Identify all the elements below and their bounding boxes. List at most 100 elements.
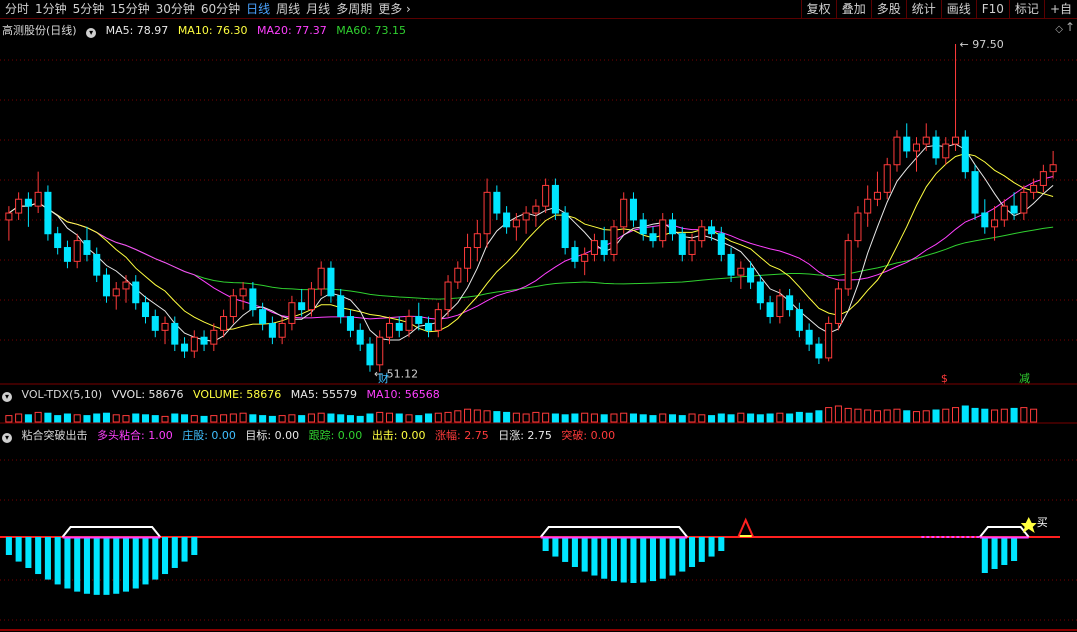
candle-body	[132, 281, 140, 304]
volume-bar	[629, 413, 637, 423]
volume-bar	[83, 415, 91, 423]
toolbar-button[interactable]: F10	[975, 0, 1009, 18]
ind-g: 日涨: 2.75	[498, 429, 552, 442]
volume-bar	[698, 414, 706, 423]
candle-body	[73, 240, 81, 262]
volume-bar	[942, 408, 950, 423]
volume-bar	[600, 414, 608, 423]
ind-name: 粘合突破出击	[21, 429, 88, 442]
candle-body	[220, 316, 228, 331]
candle-body	[434, 309, 442, 331]
volume-bar	[307, 413, 315, 423]
period-tab[interactable]: 分时	[2, 1, 32, 18]
high-price-label: ← 97.50	[960, 38, 1004, 51]
candle-body	[991, 219, 999, 228]
period-tab[interactable]: 15分钟	[107, 1, 152, 18]
stock-title: 高测股份(日线)	[2, 24, 77, 37]
vol-ma10-label: MA10: 56568	[366, 388, 440, 401]
volume-bar	[512, 412, 520, 423]
indicator-bar	[1001, 537, 1008, 565]
candle-body	[864, 198, 872, 214]
volume-bars	[5, 405, 1038, 423]
volume-bar	[200, 415, 208, 423]
period-tab[interactable]: 日线	[243, 1, 273, 18]
toolbar-button[interactable]: 叠加	[835, 0, 871, 18]
ma10-path	[8, 153, 1054, 333]
volume-bar	[181, 414, 189, 423]
candle-body	[34, 191, 42, 207]
volume-bar	[249, 414, 257, 423]
event-jian-label: 减	[1019, 372, 1030, 385]
candle-body	[346, 316, 354, 331]
candle-body	[141, 302, 150, 318]
event-s-label: $	[941, 372, 948, 385]
volume-bar	[971, 407, 979, 423]
candle-body	[288, 302, 296, 324]
period-tab[interactable]: 5分钟	[70, 1, 108, 18]
candle-body	[639, 219, 647, 235]
toolbar-button[interactable]: 复权	[800, 0, 836, 18]
candle-body	[620, 198, 628, 228]
toolbar-button[interactable]: 画线	[940, 0, 976, 18]
candle-body	[5, 212, 13, 221]
volume-bar	[415, 415, 423, 423]
chevron-down-icon[interactable]: ▾	[86, 28, 97, 38]
ma60-line	[8, 202, 1054, 300]
candle-body	[15, 198, 23, 214]
candle-body	[385, 322, 394, 338]
candle-body	[239, 288, 247, 297]
candle-body	[727, 253, 735, 276]
indicator-bar	[181, 537, 188, 562]
toolbar-button[interactable]: 标记	[1008, 0, 1044, 18]
indicator-bar	[630, 537, 637, 583]
toolbar-button[interactable]: +自	[1043, 0, 1077, 18]
arrow-up-icon[interactable]: ↑	[1065, 20, 1075, 34]
ma60-label: MA60: 73.15	[336, 24, 406, 37]
period-tab[interactable]: 30分钟	[153, 1, 198, 18]
candle-body	[425, 322, 433, 331]
volume-bar	[337, 414, 345, 423]
candle-body	[259, 309, 267, 324]
period-tab[interactable]: 周线	[273, 1, 303, 18]
candle-body	[551, 184, 559, 214]
volume-bar	[922, 410, 930, 423]
candle-body	[971, 171, 979, 214]
volume-bar	[317, 412, 325, 423]
candle-body	[590, 240, 598, 255]
volume-bar	[883, 409, 891, 423]
toolbar-right-buttons: 复权 叠加 多股 统计 画线 F10 标记 +自	[800, 0, 1077, 18]
diamond-icon[interactable]: ◇	[1055, 24, 1063, 35]
indicator-bar	[669, 537, 676, 576]
candle-body	[366, 343, 374, 366]
indicator-bar	[83, 537, 90, 594]
period-tab[interactable]: 更多 ›	[375, 1, 414, 18]
ind-f: 涨幅: 2.75	[435, 429, 489, 442]
candle-body	[464, 247, 472, 269]
volume-bar	[649, 415, 657, 423]
volume-bar	[112, 414, 120, 423]
candle-body	[698, 226, 706, 242]
chevron-down-icon[interactable]: ▾	[2, 392, 12, 402]
candle-body	[717, 233, 725, 255]
period-tab[interactable]: 多周期	[333, 1, 375, 18]
indicator-bar	[708, 537, 715, 557]
indicator-bar	[93, 537, 100, 595]
candle-body	[171, 322, 179, 345]
period-tab[interactable]: 月线	[303, 1, 333, 18]
candle-body	[190, 336, 198, 352]
period-tab[interactable]: 1分钟	[32, 1, 70, 18]
volume-bar	[356, 415, 364, 423]
candle-body	[268, 322, 276, 338]
indicator-bar	[35, 537, 42, 575]
candle-body	[356, 329, 364, 345]
indicator-bar	[54, 537, 61, 585]
toolbar-button[interactable]: 多股	[870, 0, 906, 18]
main-legend: 高测股份(日线) ▾ MA5: 78.97 MA10: 76.30 MA20: …	[2, 22, 412, 38]
candle-body	[493, 191, 501, 214]
chevron-down-icon[interactable]: ▾	[2, 433, 12, 443]
volume-bar	[190, 415, 198, 423]
toolbar-button[interactable]: 统计	[905, 0, 941, 18]
volume-bar	[825, 407, 833, 423]
period-tab[interactable]: 60分钟	[198, 1, 243, 18]
volume-bar	[903, 410, 911, 423]
